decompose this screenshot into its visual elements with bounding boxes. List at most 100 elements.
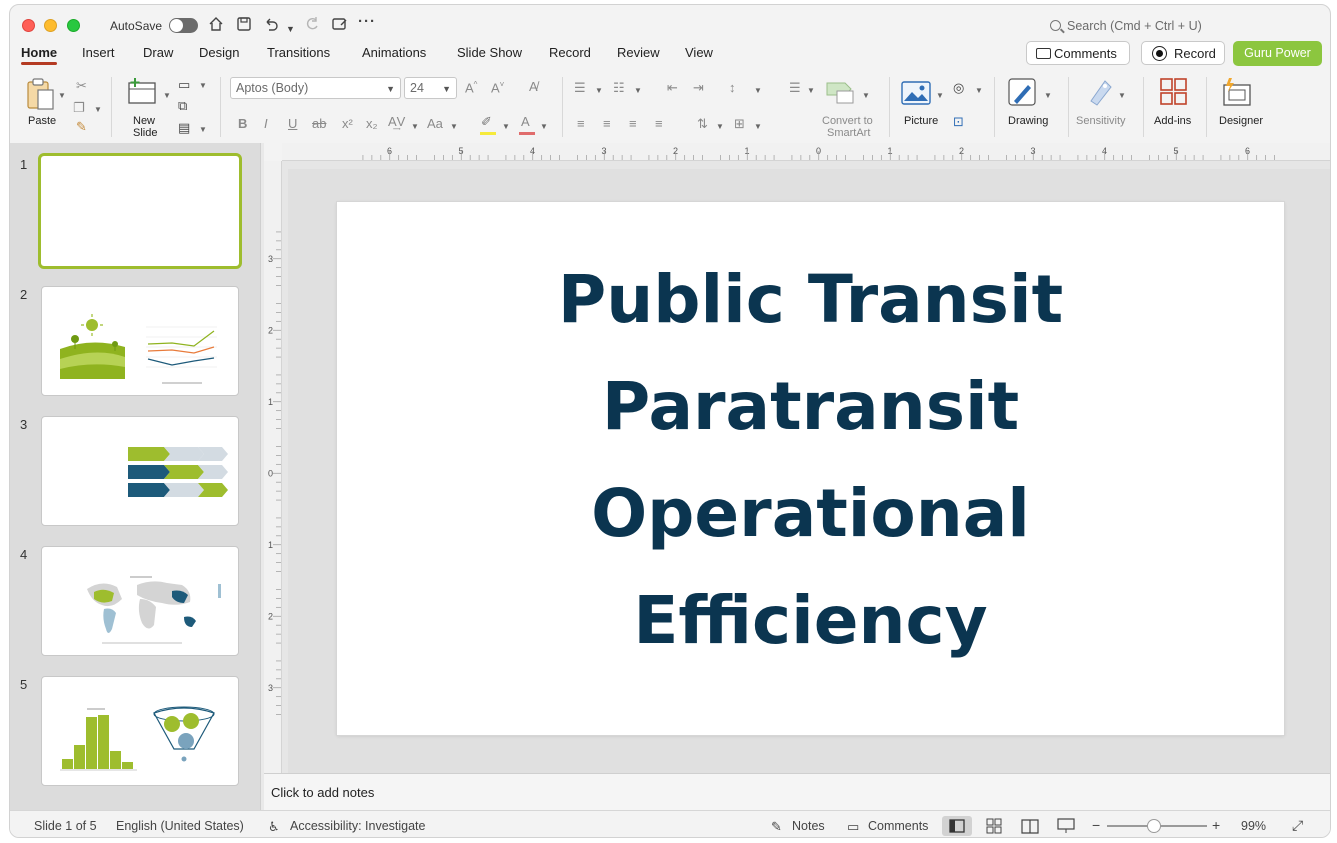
new-slide-button[interactable] — [127, 78, 157, 111]
smartart-dropdown-icon[interactable]: ▼ — [862, 91, 870, 100]
font-name-dropdown[interactable]: Aptos (Body) ▼ — [230, 77, 401, 99]
paste-button[interactable] — [25, 77, 57, 116]
change-case-icon[interactable]: Aa — [427, 116, 443, 131]
notes-pane[interactable]: Click to add notes — [264, 773, 1330, 810]
slide-title-line-1[interactable]: Public Transit — [337, 246, 1284, 353]
tab-draw[interactable]: Draw — [143, 45, 173, 60]
zoom-window-button[interactable] — [67, 19, 80, 32]
slide-sorter-view-button[interactable] — [979, 816, 1009, 836]
highlight-dropdown-icon[interactable]: ▼ — [502, 122, 510, 131]
guru-power-button[interactable]: Guru Power — [1233, 41, 1322, 66]
bullets-icon[interactable]: ☰ — [574, 80, 586, 96]
close-window-button[interactable] — [22, 19, 35, 32]
increase-font-size-icon[interactable]: A^ — [465, 80, 477, 95]
italic-icon[interactable]: I — [264, 116, 268, 131]
numbering-dropdown-icon[interactable]: ▼ — [634, 86, 642, 95]
minimize-window-button[interactable] — [44, 19, 57, 32]
slide-title-line-4[interactable]: Efficiency — [337, 567, 1284, 674]
bullets-dropdown-icon[interactable]: ▼ — [595, 86, 603, 95]
align-center-icon[interactable]: ≡ — [603, 116, 611, 131]
drawing-dropdown-icon[interactable]: ▼ — [1044, 91, 1052, 100]
language-status[interactable]: English (United States) — [116, 819, 244, 833]
text-box-icon[interactable]: ⊡ — [953, 114, 964, 130]
tab-design[interactable]: Design — [199, 45, 239, 60]
increase-indent-icon[interactable]: ⇥ — [693, 80, 704, 96]
drawing-button[interactable] — [1008, 77, 1038, 114]
zoom-level[interactable]: 99% — [1241, 819, 1266, 833]
align-text-dropdown-icon[interactable]: ▼ — [754, 122, 762, 131]
character-spacing-icon[interactable]: A͢V — [388, 114, 405, 129]
fit-to-window-icon[interactable]: ⤢ — [1292, 817, 1303, 834]
align-right-icon[interactable]: ≡ — [629, 116, 637, 131]
font-color-dropdown-icon[interactable]: ▼ — [540, 122, 548, 131]
paste-dropdown-icon[interactable]: ▼ — [58, 91, 66, 100]
bold-icon[interactable]: B — [238, 116, 247, 131]
accessibility-icon[interactable]: ♿︎ — [268, 819, 280, 835]
normal-view-button[interactable] — [942, 816, 972, 836]
comments-icon[interactable]: ▭ — [847, 819, 859, 835]
columns-icon[interactable]: ☰ — [789, 80, 801, 96]
section-icon[interactable]: ▤ — [178, 120, 190, 136]
tab-animations[interactable]: Animations — [362, 45, 426, 60]
clear-formatting-icon[interactable]: A̸ — [529, 79, 538, 94]
underline-icon[interactable]: U — [288, 116, 297, 131]
picture-button[interactable] — [901, 81, 931, 110]
justify-icon[interactable]: ≡ — [655, 116, 663, 131]
notes-toggle[interactable]: Notes — [792, 819, 825, 833]
save-icon[interactable] — [236, 16, 252, 37]
shapes-icon[interactable]: ◎ — [953, 80, 964, 96]
designer-button[interactable] — [1221, 77, 1253, 112]
zoom-slider-handle[interactable] — [1147, 819, 1161, 833]
decrease-indent-icon[interactable]: ⇤ — [667, 80, 678, 96]
reset-icon[interactable]: ⧉ — [178, 98, 187, 114]
slide-thumbnail-5[interactable] — [41, 676, 239, 786]
slide-thumbnail-1[interactable] — [38, 153, 242, 269]
new-slide-dropdown-icon[interactable]: ▼ — [163, 91, 171, 100]
accessibility-status[interactable]: Accessibility: Investigate — [290, 819, 425, 833]
tab-review[interactable]: Review — [617, 45, 660, 60]
comments-button[interactable]: Comments — [1026, 41, 1130, 65]
format-painter-icon[interactable]: ✎ — [76, 119, 87, 135]
add-ins-button[interactable] — [1160, 78, 1188, 111]
home-icon[interactable] — [208, 16, 224, 37]
autosave-toggle[interactable] — [169, 18, 198, 33]
tab-view[interactable]: View — [685, 45, 713, 60]
slideshow-view-button[interactable] — [1051, 816, 1081, 836]
section-dropdown-icon[interactable]: ▼ — [199, 125, 207, 134]
undo-dropdown-icon[interactable]: ▼ — [286, 20, 295, 38]
numbering-icon[interactable]: ☷ — [613, 80, 625, 96]
zoom-out-icon[interactable]: − — [1092, 817, 1100, 833]
font-size-dropdown[interactable]: 24 ▼ — [404, 77, 457, 99]
tab-record[interactable]: Record — [549, 45, 591, 60]
superscript-icon[interactable]: x² — [342, 116, 353, 131]
tab-slide-show[interactable]: Slide Show — [457, 45, 522, 60]
font-color-icon[interactable]: A — [521, 114, 530, 129]
layout-icon[interactable]: ▭ — [178, 77, 190, 93]
text-direction-dropdown-icon[interactable]: ▼ — [716, 122, 724, 131]
slide-thumbnail-3[interactable] — [41, 416, 239, 526]
text-direction-icon[interactable]: ⇅ — [697, 116, 708, 132]
present-icon[interactable] — [331, 16, 348, 37]
slide-title-line-2[interactable]: Paratransit — [337, 353, 1284, 460]
notes-icon[interactable]: ✎ — [771, 819, 782, 835]
slide-title-line-3[interactable]: Operational — [337, 460, 1284, 567]
columns-dropdown-icon[interactable]: ▼ — [807, 86, 815, 95]
slide-thumbnail-4[interactable] — [41, 546, 239, 656]
decrease-font-size-icon[interactable]: A˅ — [491, 80, 504, 95]
align-left-icon[interactable]: ≡ — [577, 116, 585, 131]
spacing-dropdown-icon[interactable]: ▼ — [411, 122, 419, 131]
search-box[interactable]: Search (Cmd + Ctrl + U) — [1050, 19, 1202, 33]
slide-thumbnail-2[interactable] — [41, 286, 239, 396]
record-button[interactable]: Record — [1141, 41, 1225, 65]
comments-toggle[interactable]: Comments — [868, 819, 928, 833]
shapes-dropdown-icon[interactable]: ▼ — [975, 86, 983, 95]
highlight-icon[interactable]: ✐ — [481, 114, 492, 130]
subscript-icon[interactable]: x₂ — [366, 116, 378, 131]
tab-insert[interactable]: Insert — [82, 45, 115, 60]
line-spacing-dropdown-icon[interactable]: ▼ — [754, 86, 762, 95]
tab-transitions[interactable]: Transitions — [267, 45, 330, 60]
zoom-in-icon[interactable]: + — [1212, 817, 1220, 833]
case-dropdown-icon[interactable]: ▼ — [450, 122, 458, 131]
strikethrough-icon[interactable]: ab — [312, 116, 326, 131]
picture-dropdown-icon[interactable]: ▼ — [936, 91, 944, 100]
